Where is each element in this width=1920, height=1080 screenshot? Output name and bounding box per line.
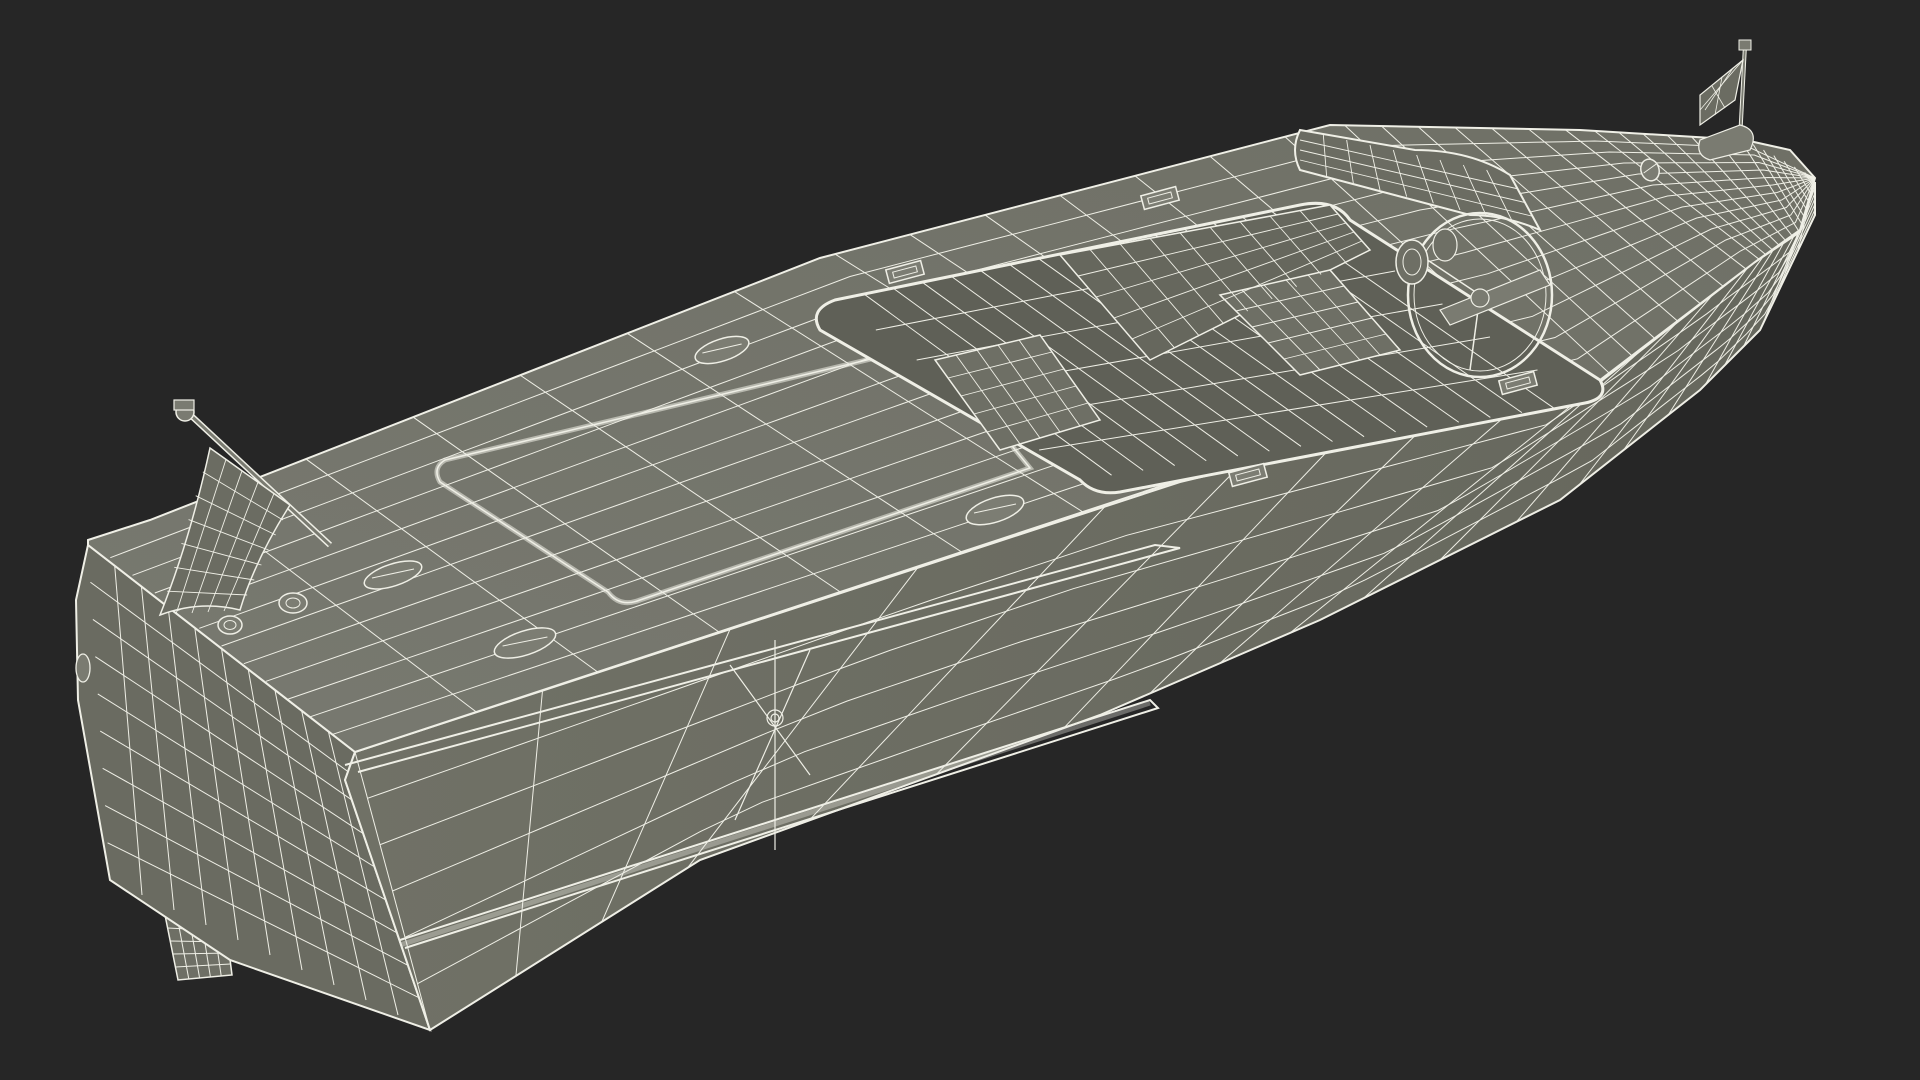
- bow-flag: [1698, 39, 1754, 161]
- deck-fitting: [278, 592, 308, 614]
- deck-fitting: [217, 615, 243, 635]
- wireframe-render: [74, 39, 1817, 1032]
- render-viewport: [0, 0, 1920, 1080]
- stern-light: [75, 653, 91, 683]
